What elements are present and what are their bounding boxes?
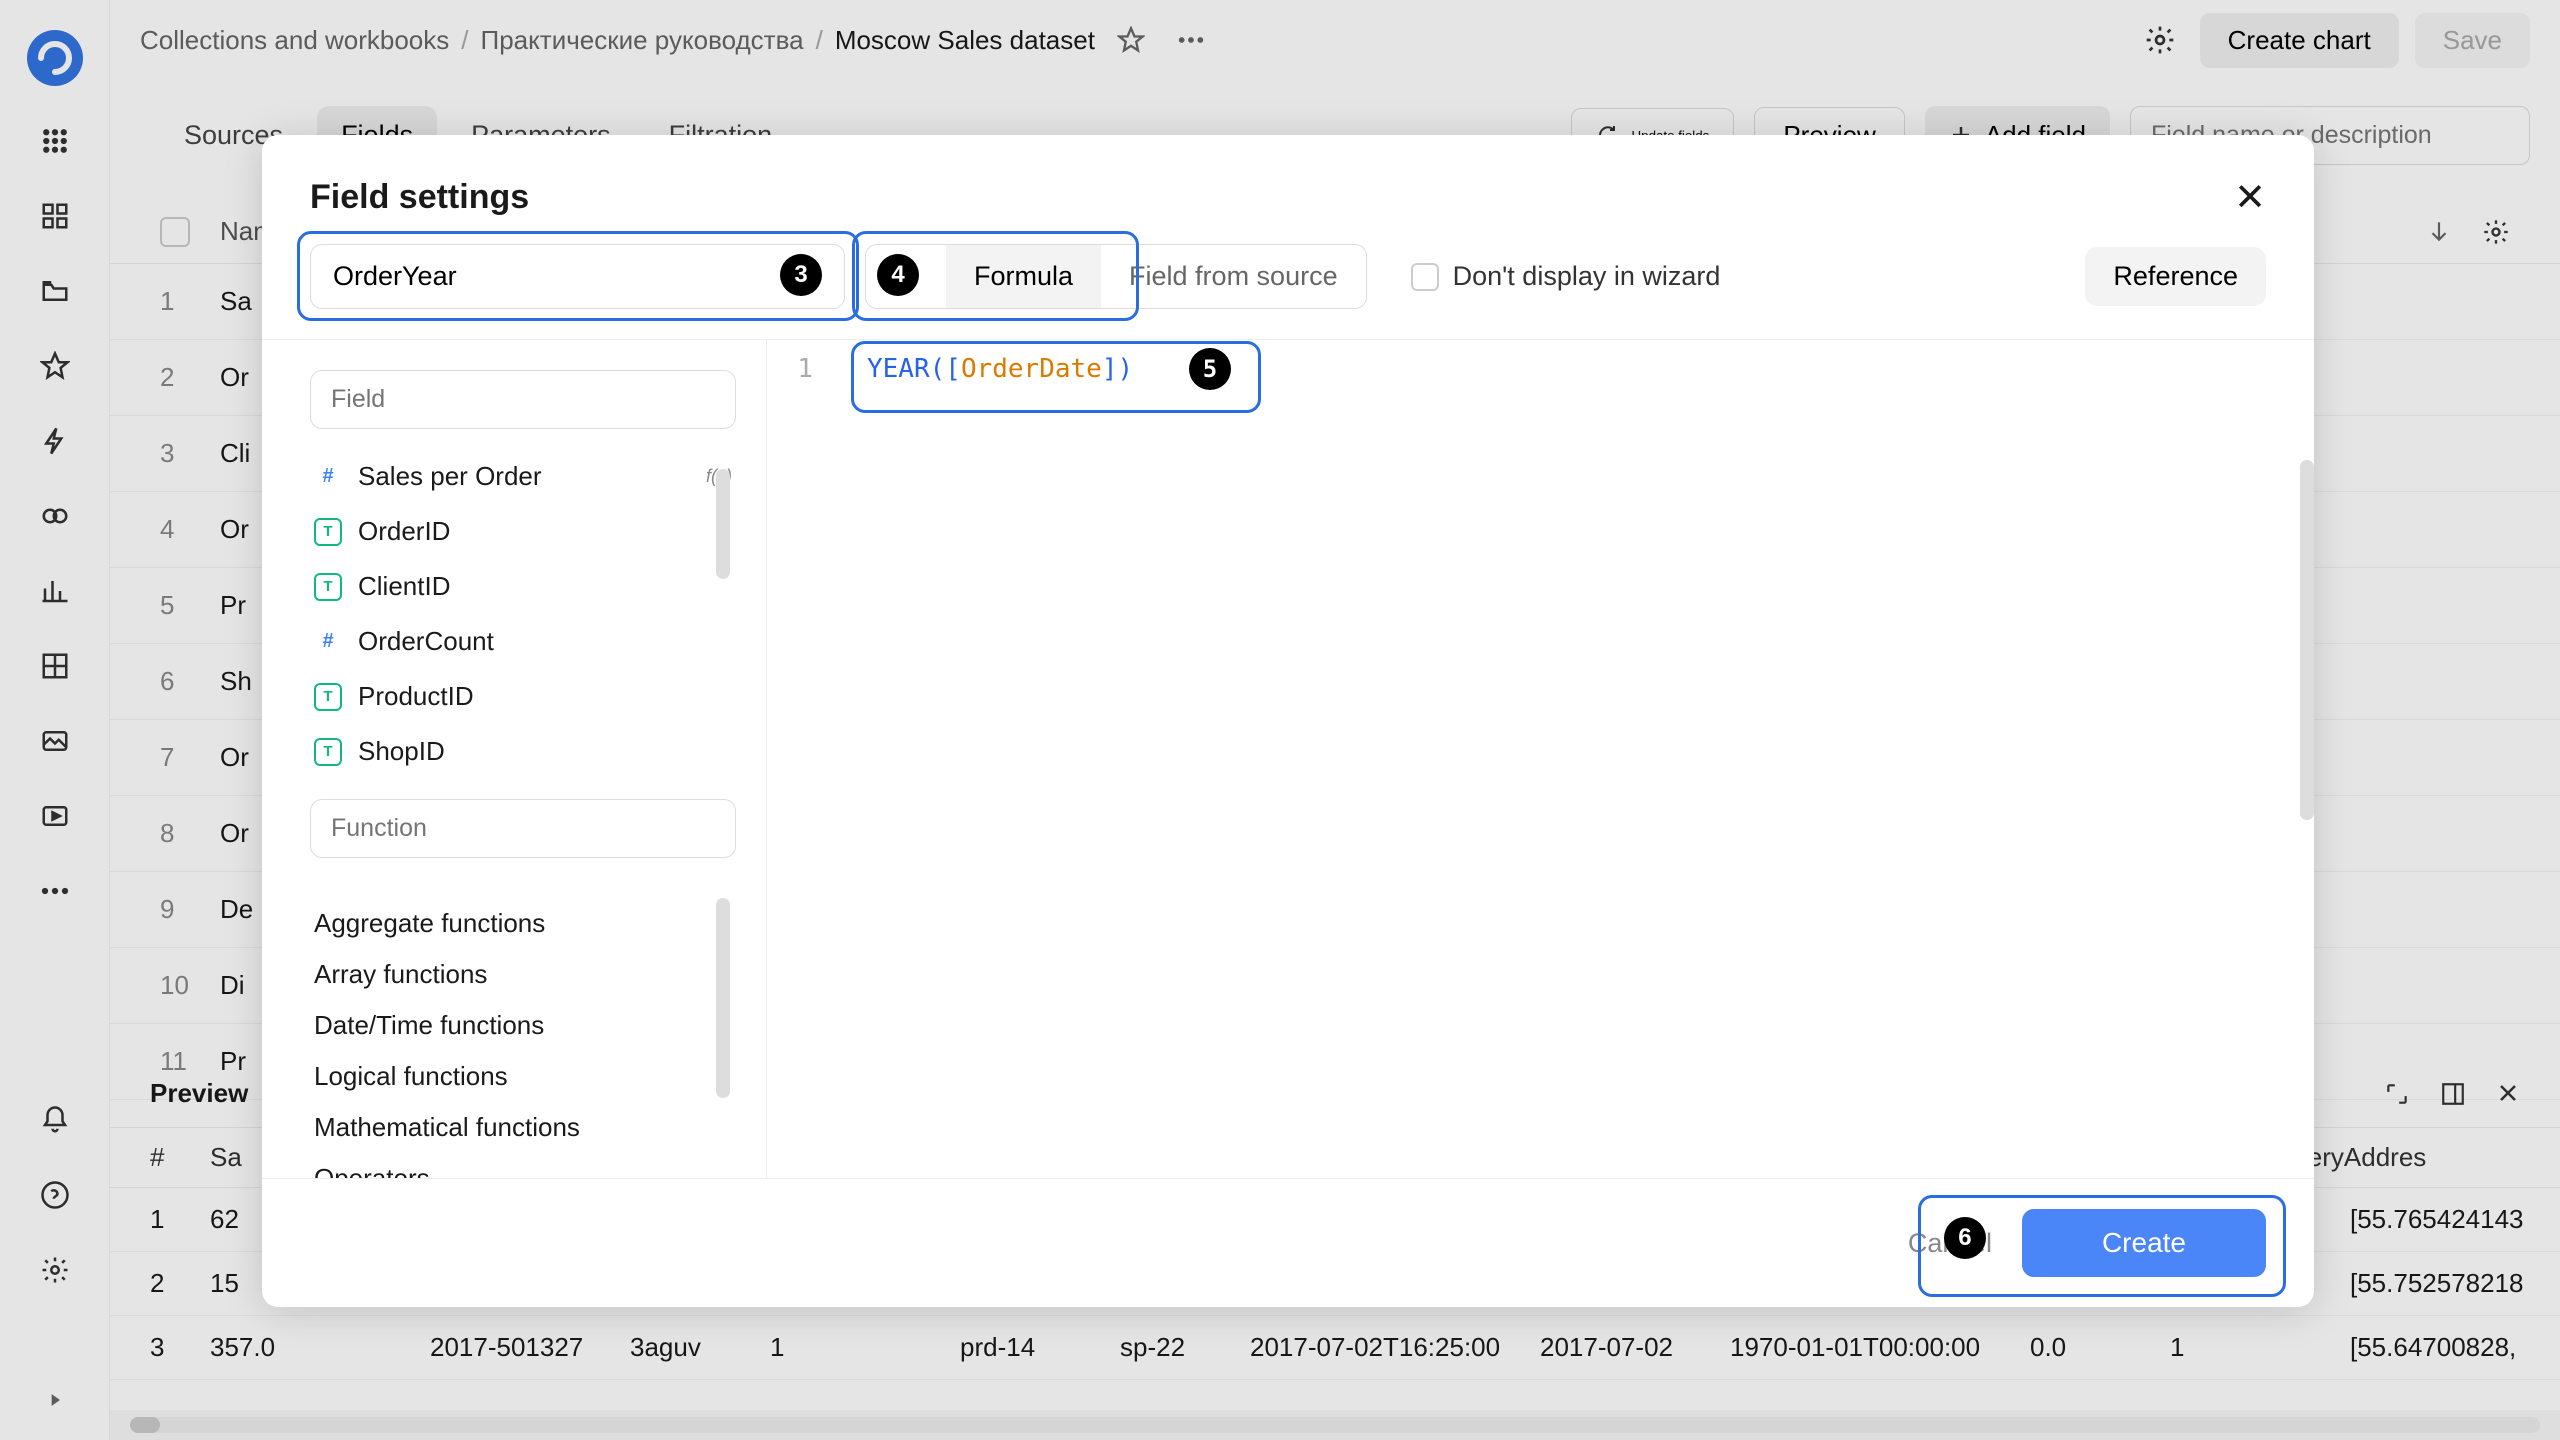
formula-field: OrderDate xyxy=(961,354,1102,384)
function-category[interactable]: Logical functions xyxy=(310,1051,736,1102)
text-icon: T xyxy=(314,518,342,546)
field-name: ProductID xyxy=(358,681,474,712)
field-name: Sales per Order xyxy=(358,461,542,492)
function-categories-list: Aggregate functionsArray functionsDate/T… xyxy=(310,898,736,1178)
close-icon[interactable]: ✕ xyxy=(2234,175,2266,220)
function-category[interactable]: Operators xyxy=(310,1153,736,1178)
field-item[interactable]: T OrderID xyxy=(310,504,736,559)
line-number: 1 xyxy=(797,354,837,384)
field-settings-modal: Field settings ✕ 3 Formula Field from so… xyxy=(262,135,2314,1307)
field-from-source-tab[interactable]: Field from source xyxy=(1101,245,1366,308)
field-item[interactable]: T ClientID xyxy=(310,559,736,614)
source-toggle: Formula Field from source xyxy=(865,244,1367,309)
field-item[interactable]: # OrderCount xyxy=(310,614,736,669)
field-name: ShopID xyxy=(358,736,445,767)
text-icon: T xyxy=(314,573,342,601)
function-filter-input[interactable] xyxy=(310,799,736,858)
badge-5: 5 xyxy=(1189,348,1231,390)
checkbox-icon xyxy=(1411,263,1439,291)
create-button[interactable]: Create xyxy=(2022,1209,2266,1277)
field-item[interactable]: T ShopID xyxy=(310,724,736,779)
text-icon: T xyxy=(314,738,342,766)
modal-title: Field settings xyxy=(310,178,529,217)
formula-editor[interactable]: 1 YEAR([OrderDate]) 5 xyxy=(767,340,2314,1178)
badge-4: 4 xyxy=(877,254,919,296)
function-category[interactable]: Aggregate functions xyxy=(310,898,736,949)
field-item[interactable]: #Sales per Orderf(x) xyxy=(310,449,736,504)
dont-display-label: Don't display in wizard xyxy=(1453,261,1721,292)
hash-icon: # xyxy=(314,628,342,656)
field-name-input[interactable] xyxy=(310,244,845,309)
field-name: OrderID xyxy=(358,516,450,547)
badge-6: 6 xyxy=(1944,1217,1986,1259)
function-category[interactable]: Mathematical functions xyxy=(310,1102,736,1153)
field-name: OrderCount xyxy=(358,626,494,657)
field-filter-input[interactable] xyxy=(310,370,736,429)
dont-display-checkbox[interactable]: Don't display in wizard xyxy=(1411,261,1721,292)
text-icon: T xyxy=(314,683,342,711)
function-category[interactable]: Date/Time functions xyxy=(310,1000,736,1051)
function-category[interactable]: Array functions xyxy=(310,949,736,1000)
fields-panel: #Sales per Orderf(x)TOrderIDTClientID#Or… xyxy=(262,340,767,1178)
badge-3: 3 xyxy=(780,254,822,296)
reference-button[interactable]: Reference xyxy=(2085,247,2266,306)
formula-tab[interactable]: Formula xyxy=(946,245,1101,308)
editor-scroll-thumb[interactable] xyxy=(2300,460,2314,820)
hash-icon: # xyxy=(314,463,342,491)
fields-scroll-thumb[interactable] xyxy=(716,469,730,579)
funcs-scroll-thumb[interactable] xyxy=(716,898,730,1098)
available-fields-list: #Sales per Orderf(x)TOrderIDTClientID#Or… xyxy=(310,449,736,779)
field-item[interactable]: T ProductID xyxy=(310,669,736,724)
field-name: ClientID xyxy=(358,571,450,602)
formula-func: YEAR xyxy=(867,354,930,384)
